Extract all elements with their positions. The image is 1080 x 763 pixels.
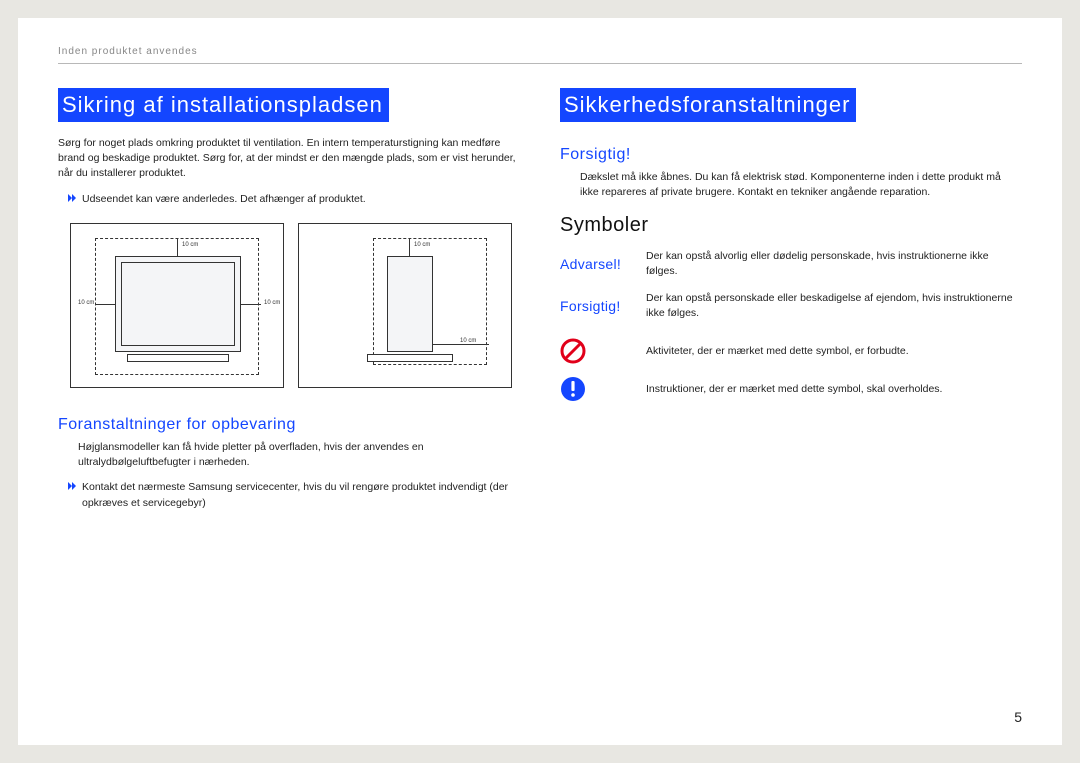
diagram-front-left: 10 cm <box>77 300 95 306</box>
storage-bullet: Kontakt det nærmeste Samsung servicecent… <box>68 480 520 510</box>
warning-label: Advarsel! <box>560 256 632 272</box>
diagram-side-right: 10 cm <box>459 338 477 344</box>
storage-heading: Foranstaltninger for opbevaring <box>58 416 520 434</box>
must-text: Instruktioner, der er mærket med dette s… <box>646 382 942 397</box>
diagram-front-top: 10 cm <box>181 242 199 248</box>
caution-heading: Forsigtig! <box>560 146 1022 164</box>
diagram-front-right: 10 cm <box>263 300 281 306</box>
play-bullet-icon <box>68 482 76 490</box>
symbol-row-prohibit: Aktiviteter, der er mærket med dette sym… <box>560 338 1022 364</box>
note-bullet: Udseendet kan være anderledes. Det afhæn… <box>68 192 520 207</box>
prohibit-icon <box>560 338 586 364</box>
symbol-row-caution: Forsigtig! Der kan opstå personskade ell… <box>560 291 1022 320</box>
manual-page: Inden produktet anvendes Sikring af inst… <box>18 18 1062 745</box>
caution-label: Forsigtig! <box>560 298 632 314</box>
left-column: Sikring af installationspladsen Sørg for… <box>58 88 520 527</box>
intro-text: Sørg for noget plads omkring produktet t… <box>58 136 520 182</box>
header-rule <box>58 63 1022 64</box>
storage-text: Højglansmodeller kan få hvide pletter på… <box>78 440 520 470</box>
note-text: Udseendet kan være anderledes. Det afhæn… <box>82 192 366 207</box>
section-title-safety: Sikkerhedsforanstaltninger <box>560 88 856 122</box>
warning-text: Der kan opstå alvorlig eller dødelig per… <box>646 249 1022 278</box>
symbol-row-warning: Advarsel! Der kan opstå alvorlig eller d… <box>560 249 1022 278</box>
mandatory-icon <box>560 376 586 402</box>
content-columns: Sikring af installationspladsen Sørg for… <box>58 88 1022 527</box>
caution-text: Dækslet må ikke åbnes. Du kan få elektri… <box>580 170 1022 200</box>
section-title-installation: Sikring af installationspladsen <box>58 88 389 122</box>
diagram-front: 10 cm 10 cm 10 cm <box>70 223 284 388</box>
play-bullet-icon <box>68 194 76 202</box>
diagram-row: 10 cm 10 cm 10 cm 10 cm 10 cm <box>70 223 520 388</box>
right-column: Sikkerhedsforanstaltninger Forsigtig! Dæ… <box>560 88 1022 527</box>
page-number: 5 <box>1014 709 1022 725</box>
symbols-heading: Symboler <box>560 214 1022 237</box>
prohibit-text: Aktiviteter, der er mærket med dette sym… <box>646 344 909 359</box>
caution-symbol-text: Der kan opstå personskade eller beskadig… <box>646 291 1022 320</box>
breadcrumb: Inden produktet anvendes <box>58 46 1022 57</box>
diagram-side-top: 10 cm <box>413 242 431 248</box>
symbol-row-must: Instruktioner, der er mærket med dette s… <box>560 376 1022 402</box>
storage-bullet-text: Kontakt det nærmeste Samsung servicecent… <box>82 480 520 510</box>
diagram-side: 10 cm 10 cm <box>298 223 512 388</box>
